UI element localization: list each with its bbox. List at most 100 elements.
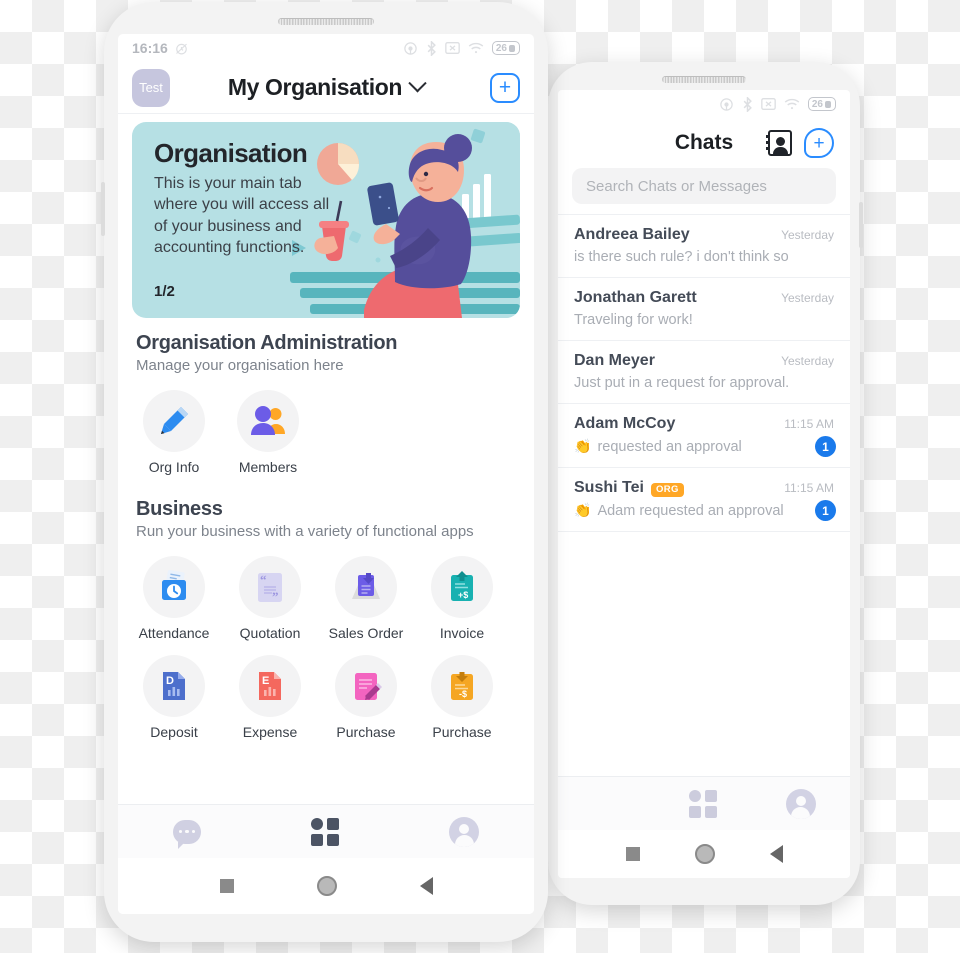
nav-profile-avatar-icon[interactable] bbox=[785, 788, 816, 819]
tile-label: Purchase bbox=[432, 724, 492, 741]
org-tag-badge: ORG bbox=[650, 482, 684, 497]
status-time: 16:16 bbox=[132, 40, 168, 56]
admin-section-title: Organisation Administration bbox=[136, 332, 398, 354]
onboarding-banner[interactable]: Organisation This is your main tab where… bbox=[132, 122, 520, 318]
battery-icon: 26 bbox=[807, 97, 836, 111]
nav-chat-bubble-icon[interactable] bbox=[173, 819, 201, 849]
organisation-header: Test My Organisation + bbox=[118, 62, 534, 114]
bottom-nav-back bbox=[558, 776, 850, 830]
tile-attendance[interactable]: Attendance bbox=[136, 555, 212, 642]
new-chat-plus-icon[interactable]: + bbox=[804, 128, 834, 158]
android-nav-front bbox=[118, 858, 534, 914]
circle-icon[interactable] bbox=[694, 844, 715, 864]
wifi-icon bbox=[784, 98, 800, 111]
invoice-plus-dollar-icon: +$ bbox=[451, 570, 473, 601]
sales-order-down-arrow-icon bbox=[352, 572, 380, 599]
banner-body: This is your main tab where you will acc… bbox=[154, 175, 330, 256]
svg-text:“: “ bbox=[260, 572, 267, 587]
chat-time: Yesterday bbox=[781, 228, 834, 242]
tile-label: Members bbox=[238, 459, 298, 475]
triangle-back-icon[interactable] bbox=[419, 877, 433, 895]
speaker-grille bbox=[278, 18, 374, 25]
tile-members[interactable]: Members bbox=[230, 390, 306, 476]
plus-square-icon[interactable]: + bbox=[490, 72, 520, 103]
clap-emoji-icon: 👏 bbox=[574, 502, 592, 518]
chat-preview: Adam requested an approval bbox=[597, 502, 784, 519]
volume-button[interactable] bbox=[859, 202, 863, 248]
chat-time: 11:15 AM bbox=[784, 481, 834, 495]
status-bar-front: 16:16 26 bbox=[118, 34, 534, 62]
contacts-book-icon[interactable] bbox=[766, 130, 792, 156]
chat-time: Yesterday bbox=[781, 354, 834, 368]
tile-org-info[interactable]: Org Info bbox=[136, 390, 212, 476]
square-icon[interactable] bbox=[625, 847, 640, 861]
unread-badge: 1 bbox=[815, 436, 836, 457]
business-section: Business Run your business with a variet… bbox=[118, 476, 534, 741]
quotation-marks-icon: “ ” bbox=[258, 572, 282, 604]
volume-button[interactable] bbox=[101, 182, 105, 236]
page-title: My Organisation bbox=[227, 74, 403, 100]
nav-apps-grid-icon[interactable] bbox=[311, 817, 339, 846]
tile-invoice[interactable]: +$ Invoice bbox=[424, 555, 500, 642]
circle-icon[interactable] bbox=[316, 876, 337, 896]
chat-preview: is there such rule? i don't think so bbox=[574, 249, 789, 265]
chat-time: 11:15 AM bbox=[784, 417, 834, 431]
android-nav-back bbox=[558, 830, 850, 878]
nav-apps-grid-icon[interactable] bbox=[688, 789, 717, 818]
tile-purchase-request[interactable]: Purchase bbox=[328, 655, 404, 741]
square-icon[interactable] bbox=[219, 879, 234, 893]
admin-section: Organisation Administration Manage your … bbox=[118, 318, 534, 476]
chats-search-input[interactable]: Search Chats or Messages bbox=[572, 168, 836, 204]
svg-text:E: E bbox=[262, 675, 269, 687]
no-sim-icon bbox=[445, 41, 460, 55]
triangle-back-icon[interactable] bbox=[769, 845, 783, 863]
chat-list-item[interactable]: Andreea Bailey Yesterday is there such r… bbox=[558, 215, 850, 278]
chat-list-item[interactable]: Jonathan Garett Yesterday Traveling for … bbox=[558, 278, 850, 341]
expense-e-document-icon: E bbox=[259, 672, 281, 701]
org-avatar[interactable]: Test bbox=[132, 68, 170, 107]
admin-section-subtitle: Manage your organisation here bbox=[136, 357, 344, 374]
banner-title: Organisation bbox=[154, 138, 308, 168]
alarm-off-icon bbox=[174, 41, 189, 56]
chat-name: Sushi Tei bbox=[574, 479, 644, 496]
bluetooth-icon bbox=[742, 96, 753, 112]
deposit-d-document-icon: D bbox=[163, 672, 185, 701]
battery-icon: 26 bbox=[491, 41, 520, 55]
chat-list-item[interactable]: Adam McCoy 11:15 AM 👏 requested an appro… bbox=[558, 404, 850, 468]
nav-profile-avatar-icon[interactable] bbox=[449, 816, 479, 847]
phone-front-frame: 16:16 26 Test My Organisation + Organisa… bbox=[101, 2, 548, 942]
tile-expense[interactable]: E Expense bbox=[232, 655, 308, 741]
unread-badge: 1 bbox=[815, 500, 836, 521]
purchase-minus-dollar-icon: -$ bbox=[451, 672, 473, 701]
cast-icon bbox=[719, 97, 734, 112]
organisation-screen: 16:16 26 Test My Organisation + Organisa… bbox=[118, 34, 534, 914]
chat-name: Adam McCoy bbox=[574, 415, 676, 432]
svg-text:+$: +$ bbox=[458, 590, 468, 600]
chevron-down-icon[interactable] bbox=[408, 74, 427, 93]
chat-list-item[interactable]: Dan Meyer Yesterday Just put in a reques… bbox=[558, 341, 850, 404]
business-section-subtitle: Run your business with a variety of func… bbox=[136, 522, 474, 540]
business-tiles-row-1: Attendance “ ” Quotation Sales Order +$ … bbox=[136, 555, 516, 642]
tile-sales-order[interactable]: Sales Order bbox=[328, 555, 404, 642]
business-tiles-row-2: D Deposit E Expense Purchase -$ Purchase bbox=[136, 655, 516, 741]
tile-label: Attendance bbox=[138, 624, 210, 641]
tile-label: Purchase bbox=[336, 724, 396, 741]
chat-name: Jonathan Garett bbox=[574, 289, 697, 306]
status-bar-back: 26 bbox=[558, 90, 850, 118]
tile-quotation[interactable]: “ ” Quotation bbox=[232, 555, 308, 642]
chats-screen: 26 Chats + Search Chats or Messages Andr… bbox=[558, 90, 850, 878]
svg-text:-$: -$ bbox=[459, 689, 467, 699]
tile-deposit[interactable]: D Deposit bbox=[136, 655, 212, 741]
chat-preview: Just put in a request for approval. bbox=[574, 375, 790, 391]
chat-preview: requested an approval bbox=[597, 438, 742, 455]
chat-name: Dan Meyer bbox=[574, 352, 655, 369]
tile-purchase-invoice[interactable]: -$ Purchase bbox=[424, 655, 500, 741]
pencil-icon bbox=[161, 407, 188, 434]
people-icon bbox=[251, 406, 285, 435]
bottom-nav-front bbox=[118, 804, 534, 858]
purchase-pencil-icon bbox=[355, 673, 382, 701]
chat-list-item[interactable]: Sushi Tei ORG 11:15 AM 👏 Adam requested … bbox=[558, 468, 850, 532]
bluetooth-icon bbox=[426, 40, 437, 56]
speaker-grille bbox=[662, 76, 746, 83]
chat-name: Andreea Bailey bbox=[574, 226, 690, 243]
